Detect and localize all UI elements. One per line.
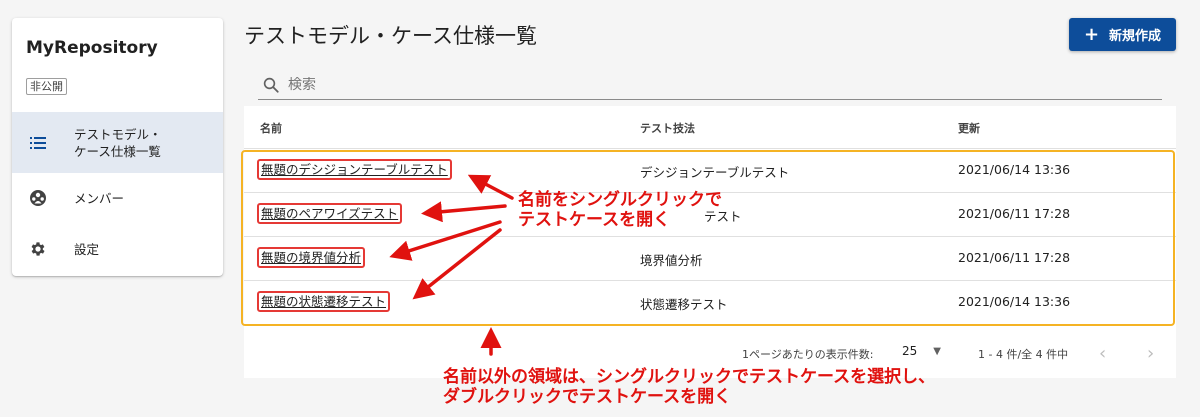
sidebar-item-members[interactable]: メンバー <box>12 178 223 218</box>
search-input[interactable] <box>288 76 1088 93</box>
annotation-line-1: 名前をシングルクリックで <box>518 190 722 210</box>
row-method: 状態遷移テスト <box>640 297 728 312</box>
sidebar-item-settings[interactable]: 設定 <box>12 229 223 269</box>
row-updated: 2021/06/11 17:28 <box>958 206 1071 221</box>
row-method: 境界値分析 <box>640 253 703 268</box>
sidebar-item-label: テストモデル・ ケース仕様一覧 <box>74 126 162 160</box>
sidebar: MyRepository 非公開 テストモデル・ ケース仕様一覧 メンバー 設定 <box>12 18 223 276</box>
rows-per-page-value: 25 <box>902 344 918 358</box>
next-page-icon[interactable]: › <box>1147 343 1154 364</box>
label-line-2: ケース仕様一覧 <box>74 143 161 159</box>
table-row[interactable]: 無題の状態遷移テスト 状態遷移テスト 2021/06/14 13:36 <box>244 280 1176 324</box>
row-name-link[interactable]: 無題の境界値分析 <box>257 247 366 268</box>
annotation-line-1: 名前以外の領域は、シングルクリックでテストケースを選択し、 <box>443 367 936 387</box>
label-line-1: テストモデル・ <box>74 126 162 142</box>
row-name-link[interactable]: 無題の状態遷移テスト <box>257 291 391 312</box>
row-name-link[interactable]: 無題のペアワイズテスト <box>257 203 403 224</box>
new-button-label: 新規作成 <box>1109 29 1162 44</box>
page-range: 1 - 4 件/全 4 件中 <box>978 348 1069 361</box>
list-icon <box>28 133 48 153</box>
column-header-updated[interactable]: 更新 <box>958 120 980 136</box>
row-name-link[interactable]: 無題のデシジョンテーブルテスト <box>257 159 452 180</box>
new-button[interactable]: + 新規作成 <box>1069 18 1176 51</box>
repository-name[interactable]: MyRepository <box>26 38 158 58</box>
column-header-name[interactable]: 名前 <box>260 120 282 136</box>
page-title: テストモデル・ケース仕様一覧 <box>244 24 537 48</box>
table-row[interactable]: 無題のデシジョンテーブルテスト デシジョンテーブルテスト 2021/06/14 … <box>244 148 1176 192</box>
sidebar-item-label: 設定 <box>74 241 100 257</box>
rows-per-page-label: 1ページあたりの表示件数: <box>742 348 874 361</box>
rows-per-page-select[interactable]: 25 ▼ <box>902 344 941 358</box>
row-updated: 2021/06/11 17:28 <box>958 250 1071 265</box>
gear-icon <box>28 239 48 259</box>
row-method: デシジョンテーブルテスト <box>640 165 790 180</box>
row-updated: 2021/06/14 13:36 <box>958 162 1071 177</box>
column-header-method[interactable]: テスト技法 <box>640 120 695 136</box>
visibility-badge: 非公開 <box>26 78 67 95</box>
dropdown-arrow-icon: ▼ <box>933 345 941 357</box>
group-icon <box>28 188 48 208</box>
table-row[interactable]: 無題の境界値分析 境界値分析 2021/06/11 17:28 <box>244 236 1176 280</box>
previous-page-icon[interactable]: ‹ <box>1099 343 1106 364</box>
sidebar-item-test-models[interactable]: テストモデル・ ケース仕様一覧 <box>12 112 223 173</box>
area-click-annotation: 名前以外の領域は、シングルクリックでテストケースを選択し、 ダブルクリックでテス… <box>443 367 935 407</box>
plus-icon: + <box>1083 23 1100 45</box>
search-icon <box>263 77 279 93</box>
row-updated: 2021/06/14 13:36 <box>958 294 1071 309</box>
annotation-line-2: ダブルクリックでテストケースを開く <box>443 387 732 407</box>
sidebar-item-label: メンバー <box>74 190 125 206</box>
name-click-annotation: 名前をシングルクリックで テストケースを開く <box>518 190 722 230</box>
annotation-line-2: テストケースを開く <box>518 210 671 230</box>
search-bar[interactable] <box>258 70 1162 100</box>
